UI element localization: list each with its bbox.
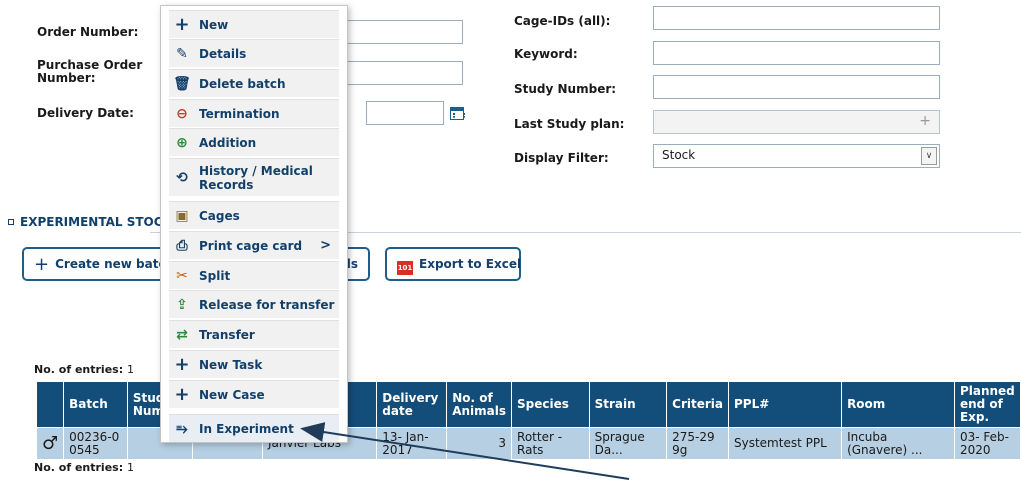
annotation-arrow xyxy=(300,422,630,480)
